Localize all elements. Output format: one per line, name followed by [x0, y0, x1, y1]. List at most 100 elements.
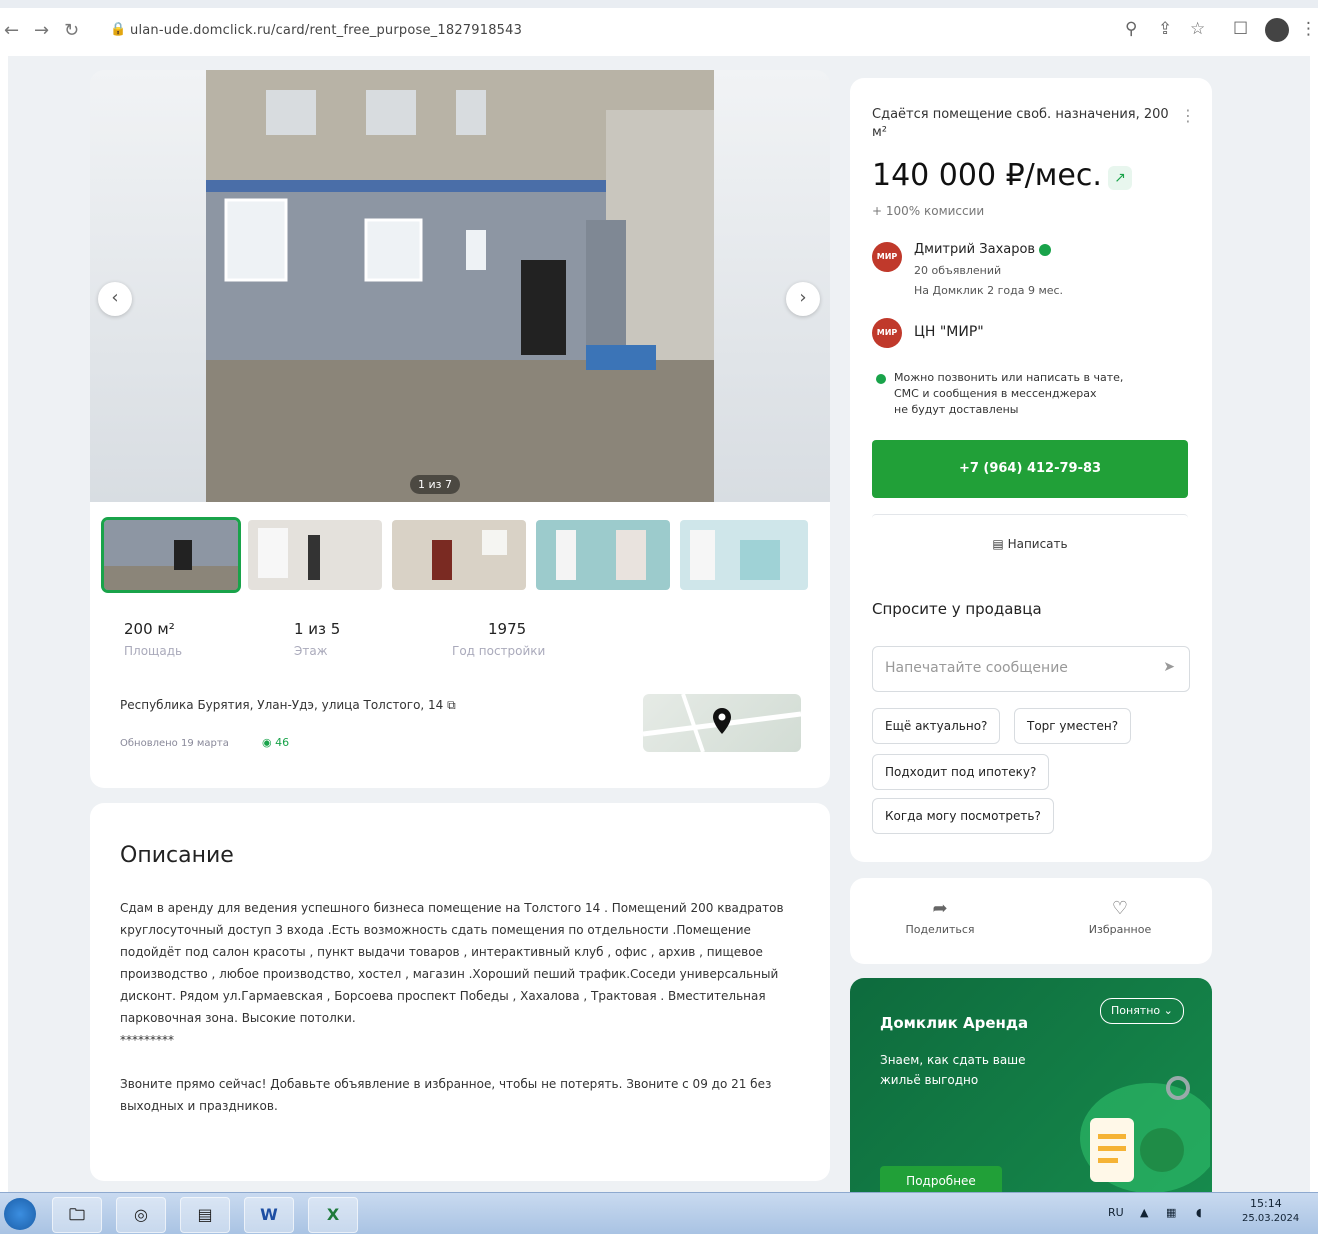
promo-banner: Домклик Аренда Знаем, как сдать ваше жил… [850, 978, 1212, 1192]
agency-logo: МИР [872, 318, 902, 348]
profile-avatar[interactable] [1265, 18, 1289, 42]
phone-button[interactable]: +7 (964) 412-79-83 [872, 440, 1188, 498]
browser-toolbar: ← → ↻ 🔒 ulan-ude.domclick.ru/card/rent_f… [0, 0, 1318, 60]
network-icon[interactable]: ▦ [1166, 1206, 1176, 1219]
bookmark-star-icon[interactable]: ☆ [1190, 19, 1205, 39]
photo-gallery: ‹ › 1 из 7 [90, 70, 830, 502]
quick-question-chip[interactable]: Когда могу посмотреть? [872, 798, 1054, 834]
copy-icon[interactable]: ⧉ [447, 698, 456, 712]
back-icon[interactable]: ← [4, 20, 19, 41]
clock-date[interactable]: 25.03.2024 [1242, 1213, 1299, 1224]
thumbnail-3[interactable] [392, 520, 526, 590]
chat-icon: ▤ [992, 537, 1004, 551]
start-button[interactable] [4, 1198, 36, 1230]
address-text: Республика Бурятия, Улан-Удэ, улица Толс… [120, 698, 444, 712]
thumbnail-image [680, 520, 808, 590]
promo-title: Домклик Аренда [880, 1014, 1029, 1032]
photo-counter: 1 из 7 [410, 475, 460, 494]
address: Республика Бурятия, Улан-Удэ, улица Толс… [120, 698, 456, 713]
more-options-icon[interactable]: ⋮ [1180, 106, 1196, 125]
forward-icon[interactable]: → [34, 20, 49, 41]
eye-icon: ◉ [262, 736, 272, 749]
clock-time[interactable]: 15:14 [1250, 1197, 1282, 1210]
gallery-next-button[interactable]: › [786, 282, 820, 316]
agent-name-text: Дмитрий Захаров [914, 242, 1036, 257]
share-page-icon[interactable]: ⇪ [1158, 19, 1172, 39]
updated-date: Обновлено 19 марта [120, 738, 229, 749]
description-card: Описание Сдам в аренду для ведения успеш… [90, 803, 830, 1181]
stat-label: Год постройки [452, 644, 546, 658]
quick-question-chip[interactable]: Торг уместен? [1014, 708, 1132, 744]
thumbnail-image [248, 520, 382, 590]
chrome-app-icon[interactable]: ◎ [116, 1197, 166, 1233]
thumbnail-1[interactable] [101, 517, 241, 593]
verified-icon [1039, 243, 1052, 256]
views-count: ◉ 46 [262, 736, 289, 749]
chevron-right-icon: › [799, 287, 807, 308]
promo-more-button[interactable]: Подробнее [880, 1166, 1002, 1192]
heart-icon: ♡ [1111, 898, 1129, 919]
promo-illustration [1080, 1076, 1210, 1192]
stat-value: 1 из 5 [294, 620, 341, 638]
agency-name[interactable]: ЦН "МИР" [914, 324, 984, 340]
volume-icon[interactable]: ◖ [1196, 1206, 1202, 1219]
message-button-label: Написать [1007, 537, 1068, 551]
explorer-app-icon[interactable]: 🗀 [52, 1197, 102, 1233]
stat-year: 1975 Год постройки [452, 620, 545, 658]
sidepanel-icon[interactable]: ☐ [1233, 19, 1248, 39]
thumbnail-image [536, 520, 670, 590]
contact-card: Сдаётся помещение своб. назначения, 200 … [850, 78, 1212, 862]
listing-title: Сдаётся помещение своб. назначения, 200 … [872, 107, 1169, 140]
message-placeholder: Напечатайте сообщение [885, 660, 1068, 676]
message-button[interactable]: ▤ Написать [872, 514, 1188, 573]
menu-kebab-icon[interactable]: ⋮ [1300, 19, 1317, 39]
info-card: 200 м² Площадь 1 из 5 Этаж 1975 Год пост… [90, 502, 830, 788]
stat-label: Этаж [294, 644, 328, 658]
agency-logo: МИР [872, 242, 902, 272]
thumbnail-2[interactable] [248, 520, 382, 590]
stat-floor: 1 из 5 Этаж [294, 620, 340, 658]
url-text[interactable]: ulan-ude.domclick.ru/card/rent_free_purp… [130, 23, 522, 38]
chevron-left-icon: ‹ [111, 287, 119, 308]
main-photo[interactable] [206, 70, 714, 502]
thumbnail-5[interactable] [680, 520, 808, 590]
stat-label: Площадь [124, 644, 183, 658]
commission: + 100% комиссии [872, 204, 985, 218]
promo-dropdown[interactable]: Понятно ⌄ [1100, 998, 1184, 1024]
excel-app-icon[interactable]: X [308, 1197, 358, 1233]
tab-strip [0, 0, 1318, 8]
address-bar[interactable]: 🔒 ulan-ude.domclick.ru/card/rent_free_pu… [98, 18, 1148, 46]
actions-card: ➦ Поделиться ♡ Избранное [850, 878, 1212, 964]
message-input[interactable]: Напечатайте сообщение ➤ [872, 646, 1190, 692]
agent-name[interactable]: Дмитрий Захаров [914, 242, 1052, 257]
send-icon[interactable]: ➤ [1163, 659, 1175, 675]
description-title: Описание [120, 843, 234, 868]
chevron-down-icon: ⌄ [1163, 1004, 1173, 1017]
tray-arrow-icon[interactable]: ▲ [1140, 1206, 1148, 1219]
promo-text: Знаем, как сдать ваше жильё выгодно [880, 1053, 1026, 1087]
contact-notice: Можно позвонить или написать в чате, СМС… [894, 371, 1124, 416]
zoom-icon[interactable]: ⚲ [1125, 19, 1137, 39]
thumbnail-image [392, 520, 526, 590]
notepad-app-icon[interactable]: ▤ [180, 1197, 230, 1233]
favorite-button[interactable]: ♡ Избранное [1060, 898, 1180, 936]
gallery-prev-button[interactable]: ‹ [98, 282, 132, 316]
language-indicator[interactable]: RU [1108, 1206, 1124, 1219]
share-icon: ➦ [932, 898, 948, 919]
reload-icon[interactable]: ↻ [64, 20, 79, 41]
quick-question-chip[interactable]: Ещё актуально? [872, 708, 1001, 744]
favorite-label: Избранное [1088, 923, 1152, 936]
ask-seller-title: Спросите у продавца [872, 600, 1042, 618]
thumbnail-4[interactable] [536, 520, 670, 590]
quick-question-chip[interactable]: Подходит под ипотеку? [872, 754, 1050, 790]
price-trend-icon[interactable]: ↗ [1108, 166, 1132, 190]
map-thumbnail[interactable] [643, 694, 801, 752]
share-button[interactable]: ➦ Поделиться [880, 898, 1000, 936]
thumbnail-image [104, 520, 238, 590]
shield-check-icon [876, 374, 886, 384]
word-app-icon[interactable]: W [244, 1197, 294, 1233]
stat-value: 200 м² [124, 620, 175, 638]
windows-taskbar: 🗀 ◎ ▤ W X RU ▲ ▦ ◖ 15:14 25.03.2024 [0, 1192, 1318, 1234]
views-value: 46 [275, 736, 290, 749]
agent-listings[interactable]: 20 объявлений [914, 264, 1001, 277]
